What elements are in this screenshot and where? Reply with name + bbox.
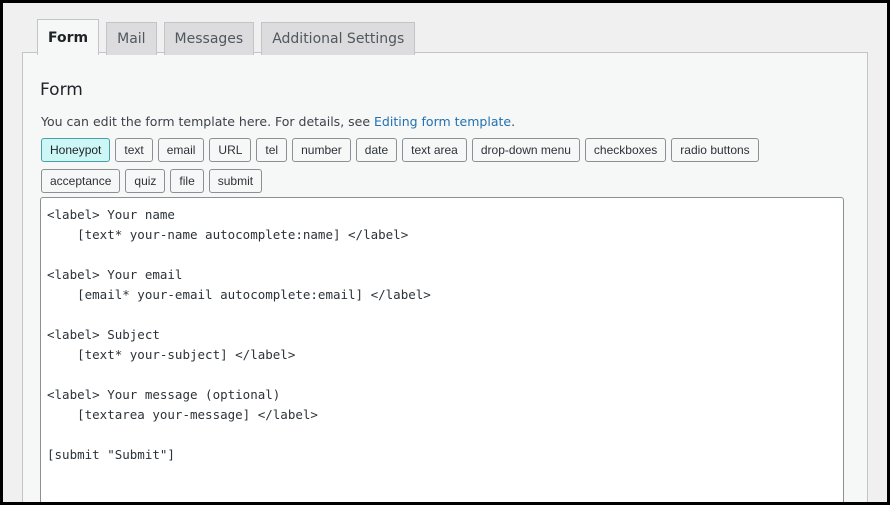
form-panel: Form You can edit the form template here… [22,52,868,502]
quiz-tag-button[interactable]: quiz [125,169,166,193]
description-suffix: . [511,114,516,129]
tab-form[interactable]: Form [37,19,100,55]
tag-generator-buttons: Honeypot text email URL tel number date … [41,138,801,193]
panel-description: You can edit the form template here. For… [41,114,515,129]
tab-messages[interactable]: Messages [163,22,255,55]
tab-additional-settings[interactable]: Additional Settings [261,22,416,55]
text-tag-button[interactable]: text [115,138,153,162]
file-tag-button[interactable]: file [170,169,204,193]
screenshot-frame: Form Mail Messages Additional Settings F… [0,0,890,505]
textarea-tag-button[interactable]: text area [402,138,467,162]
editor-tabs: Form Mail Messages Additional Settings [37,19,416,55]
tab-mail[interactable]: Mail [106,22,157,55]
url-tag-button[interactable]: URL [209,138,252,162]
email-tag-button[interactable]: email [157,138,205,162]
acceptance-tag-button[interactable]: acceptance [41,169,121,193]
tel-tag-button[interactable]: tel [256,138,288,162]
editing-form-template-link[interactable]: Editing form template [374,114,511,129]
number-tag-button[interactable]: number [292,138,351,162]
dropdown-menu-tag-button[interactable]: drop-down menu [471,138,580,162]
date-tag-button[interactable]: date [355,138,398,162]
form-template-editor[interactable]: <label> Your name [text* your-name autoc… [40,197,844,502]
checkboxes-tag-button[interactable]: checkboxes [584,138,667,162]
panel-title: Form [40,80,83,100]
radio-buttons-tag-button[interactable]: radio buttons [671,138,759,162]
description-text: You can edit the form template here. For… [41,114,375,129]
honeypot-button[interactable]: Honeypot [41,138,111,162]
submit-tag-button[interactable]: submit [208,169,263,193]
